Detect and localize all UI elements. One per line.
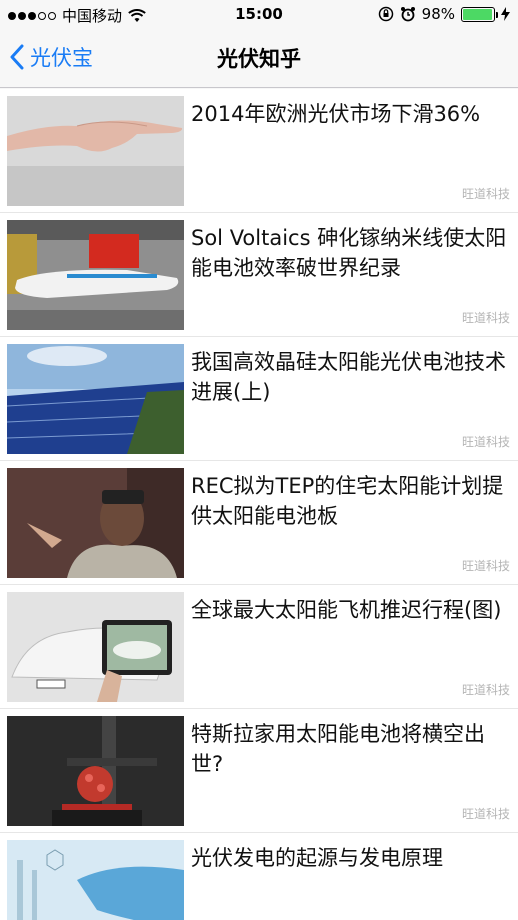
list-item[interactable]: 2014年欧洲光伏市场下滑36% 旺道科技 xyxy=(0,89,518,213)
article-title: 我国高效晶硅太阳能光伏电池技术进展(上) xyxy=(191,350,506,404)
alarm-icon xyxy=(400,7,415,22)
article-thumbnail xyxy=(7,344,184,454)
list-item[interactable]: 光伏发电的起源与发电原理 xyxy=(0,833,518,920)
article-thumbnail xyxy=(7,220,184,330)
article-title: Sol Voltaics 砷化镓纳米线使太阳能电池效率破世界纪录 xyxy=(191,226,507,280)
article-source: 旺道科技 xyxy=(461,683,510,697)
article-thumbnail xyxy=(7,716,184,826)
list-item[interactable]: 特斯拉家用太阳能电池将横空出世? 旺道科技 xyxy=(0,709,518,833)
article-source: 旺道科技 xyxy=(461,807,510,821)
article-source: 旺道科技 xyxy=(461,187,510,201)
article-thumbnail xyxy=(7,840,184,920)
article-thumbnail xyxy=(7,96,184,206)
list-item[interactable]: 全球最大太阳能飞机推迟行程(图) 旺道科技 xyxy=(0,585,518,709)
battery-percent: 98% xyxy=(421,5,455,23)
article-source: 旺道科技 xyxy=(461,435,510,449)
article-title: 光伏发电的起源与发电原理 xyxy=(191,846,443,870)
status-bar: 中国移动 15:00 98% xyxy=(0,0,518,28)
page-title: 光伏知乎 xyxy=(217,47,301,71)
article-thumbnail xyxy=(7,468,184,578)
article-list[interactable]: 2014年欧洲光伏市场下滑36% 旺道科技 Sol Voltaics 砷化镓纳米… xyxy=(0,89,518,920)
list-item[interactable]: 我国高效晶硅太阳能光伏电池技术进展(上) 旺道科技 xyxy=(0,337,518,461)
article-title: 全球最大太阳能飞机推迟行程(图) xyxy=(191,598,502,622)
status-right: 98% xyxy=(378,5,510,23)
article-thumbnail xyxy=(7,592,184,702)
battery-icon xyxy=(461,6,498,22)
charging-icon xyxy=(501,7,510,21)
article-source: 旺道科技 xyxy=(461,559,510,573)
list-item[interactable]: REC拟为TEP的住宅太阳能计划提供太阳能电池板 旺道科技 xyxy=(0,461,518,585)
article-title: REC拟为TEP的住宅太阳能计划提供太阳能电池板 xyxy=(191,474,504,528)
article-source: 旺道科技 xyxy=(461,311,510,325)
article-title: 特斯拉家用太阳能电池将横空出世? xyxy=(191,722,485,776)
orientation-lock-icon xyxy=(378,6,393,22)
navigation-bar: 光伏宝 光伏知乎 xyxy=(0,28,518,88)
list-item[interactable]: Sol Voltaics 砷化镓纳米线使太阳能电池效率破世界纪录 旺道科技 xyxy=(0,213,518,337)
article-title: 2014年欧洲光伏市场下滑36% xyxy=(191,102,481,126)
